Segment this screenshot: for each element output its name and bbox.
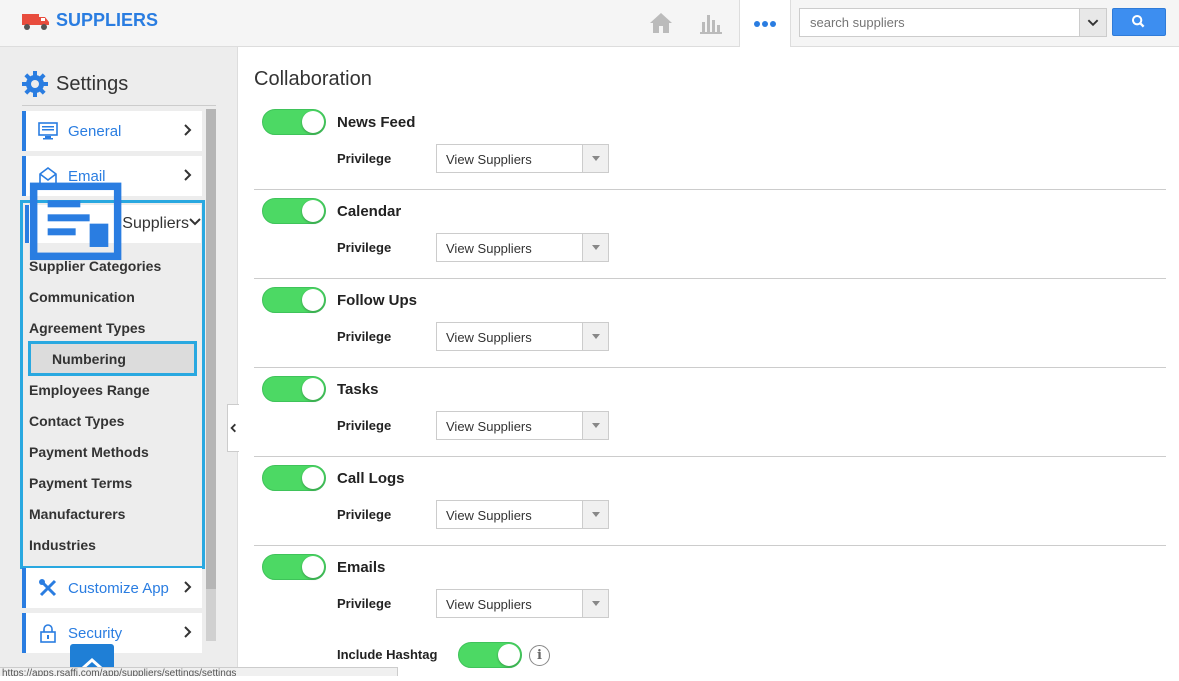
privilege-select[interactable]: View Suppliers: [436, 589, 609, 618]
feature-label: Follow Ups: [337, 292, 417, 309]
emails-toggle[interactable]: [262, 554, 326, 580]
privilege-value: View Suppliers: [446, 330, 532, 345]
dropdown-arrow-icon: [582, 412, 608, 439]
submenu-item-supplier-categories[interactable]: Supplier Categories: [29, 258, 161, 274]
sidebar-item-label: General: [68, 122, 122, 140]
sidebar-item-general[interactable]: General: [22, 111, 202, 151]
search-input[interactable]: [799, 8, 1080, 37]
gear-icon: [22, 71, 48, 97]
submenu-item-manufacturers[interactable]: Manufacturers: [29, 506, 125, 522]
call-logs-toggle[interactable]: [262, 465, 326, 491]
more-dots-icon: [754, 21, 760, 27]
dropdown-arrow-icon: [582, 590, 608, 617]
page-title: Collaboration: [254, 68, 372, 90]
dropdown-arrow-icon: [582, 323, 608, 350]
submenu-item-numbering[interactable]: Numbering: [28, 341, 197, 376]
privilege-select[interactable]: View Suppliers: [436, 500, 609, 529]
submenu-item-payment-methods[interactable]: Payment Methods: [29, 444, 149, 460]
chevron-down-icon: [189, 215, 201, 233]
chevron-right-icon: [182, 168, 202, 184]
privilege-value: View Suppliers: [446, 508, 532, 523]
sidebar-collapse-button[interactable]: [227, 404, 239, 452]
submenu-item-agreement-types[interactable]: Agreement Types: [29, 320, 145, 336]
privilege-label: Privilege: [337, 596, 392, 611]
tools-icon: [39, 579, 57, 597]
submenu-item-employees-range[interactable]: Employees Range: [29, 382, 150, 398]
privilege-label: Privilege: [337, 507, 392, 522]
sidebar-item-label: Customize App: [68, 579, 169, 597]
submenu-item-contact-types[interactable]: Contact Types: [29, 413, 124, 429]
home-icon[interactable]: [648, 10, 674, 36]
truck-icon: [22, 13, 49, 30]
settings-title: Settings: [56, 72, 129, 95]
search-icon: [1131, 14, 1145, 28]
privilege-select[interactable]: View Suppliers: [436, 411, 609, 440]
status-url: https://apps.rsaffi.com/app/suppliers/se…: [0, 667, 398, 676]
privilege-value: View Suppliers: [446, 241, 532, 256]
sidebar-item-label: Security: [68, 624, 123, 642]
privilege-value: View Suppliers: [446, 597, 532, 612]
include-hashtag-label: Include Hashtag: [337, 647, 438, 662]
submenu-item-industries[interactable]: Industries: [29, 537, 96, 553]
privilege-label: Privilege: [337, 151, 392, 166]
dropdown-arrow-icon: [582, 501, 608, 528]
feature-label: Tasks: [337, 381, 379, 398]
chevron-down-icon: [1087, 19, 1099, 27]
privilege-label: Privilege: [337, 240, 392, 255]
chevron-right-icon: [182, 123, 202, 139]
privilege-select[interactable]: View Suppliers: [436, 144, 609, 173]
submenu-item-communication[interactable]: Communication: [29, 289, 135, 305]
divider: [254, 545, 1166, 546]
sidebar-item-customize-app[interactable]: Customize App: [22, 568, 202, 608]
settings-heading: Settings: [22, 71, 128, 97]
top-bar: SUPPLIERS: [0, 0, 1179, 47]
suppliers-icon: [29, 182, 122, 261]
chevron-right-icon: [182, 580, 202, 596]
follow-ups-toggle[interactable]: [262, 287, 326, 313]
divider: [254, 278, 1166, 279]
feature-label: News Feed: [337, 114, 416, 131]
tasks-toggle[interactable]: [262, 376, 326, 402]
app-brand[interactable]: SUPPLIERS: [22, 10, 158, 31]
dropdown-arrow-icon: [582, 234, 608, 261]
submenu-item-payment-terms[interactable]: Payment Terms: [29, 475, 132, 491]
privilege-select[interactable]: View Suppliers: [436, 322, 609, 351]
divider: [22, 105, 216, 106]
chevron-right-icon: [182, 625, 202, 641]
privilege-value: View Suppliers: [446, 419, 532, 434]
privilege-value: View Suppliers: [446, 152, 532, 167]
info-icon[interactable]: i: [529, 645, 550, 666]
privilege-select[interactable]: View Suppliers: [436, 233, 609, 262]
lock-icon: [40, 624, 56, 643]
divider: [254, 189, 1166, 190]
reports-icon[interactable]: [698, 10, 724, 36]
privilege-label: Privilege: [337, 329, 392, 344]
include-hashtag-toggle[interactable]: [458, 642, 522, 668]
more-menu-button[interactable]: [739, 0, 791, 47]
news-feed-toggle[interactable]: [262, 109, 326, 135]
feature-label: Emails: [337, 559, 386, 576]
sidebar-item-label: Suppliers: [122, 215, 189, 232]
privilege-label: Privilege: [337, 418, 392, 433]
divider: [254, 456, 1166, 457]
search-button[interactable]: [1112, 8, 1166, 36]
chevron-left-icon: [230, 423, 236, 433]
monitor-icon: [38, 122, 58, 140]
settings-sidebar: Settings General Email Suppliers Supplie…: [0, 47, 238, 676]
sidebar-scroll-thumb[interactable]: [206, 109, 216, 589]
sidebar-item-suppliers[interactable]: Suppliers: [25, 182, 201, 261]
divider: [254, 367, 1166, 368]
dropdown-arrow-icon: [582, 145, 608, 172]
app-title: SUPPLIERS: [56, 10, 159, 30]
calendar-toggle[interactable]: [262, 198, 326, 224]
search-dropdown-button[interactable]: [1079, 8, 1107, 37]
feature-label: Calendar: [337, 203, 402, 220]
feature-label: Call Logs: [337, 470, 405, 487]
